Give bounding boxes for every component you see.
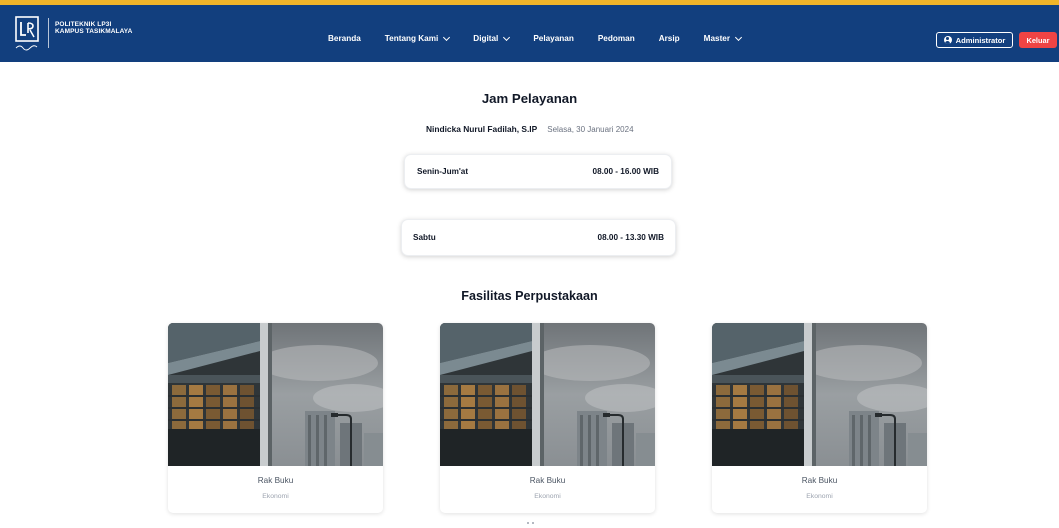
administrator-button[interactable]: Administrator	[936, 32, 1013, 48]
nav-item-beranda[interactable]: Beranda	[328, 34, 361, 43]
schedule-hours: 08.00 - 13.30 WIB	[597, 233, 664, 242]
facility-photo	[712, 323, 927, 466]
carousel-dot[interactable]	[532, 522, 534, 524]
schedule-day: Senin-Jum'at	[417, 167, 469, 176]
facility-card-subtitle: Ekonomi	[262, 493, 289, 500]
schedule-hours: 08.00 - 16.00 WIB	[592, 167, 659, 176]
brand-text: POLITEKNIK LP3I KAMPUS TASIKMALAYA	[55, 21, 132, 35]
facility-photo	[168, 323, 383, 466]
facilities-title: Fasilitas Perpustakaan	[461, 289, 598, 303]
brand[interactable]: POLITEKNIK LP3I KAMPUS TASIKMALAYA	[14, 15, 132, 53]
service-hours-title: Jam Pelayanan	[481, 91, 578, 106]
nav-item-label: Pelayanan	[533, 34, 574, 43]
nav-item-pelayanan[interactable]: Pelayanan	[533, 34, 574, 43]
chevron-down-icon	[503, 33, 511, 41]
user-circle-icon	[943, 36, 952, 44]
lp3i-logo-icon	[14, 15, 42, 53]
nav-item-label: Master	[703, 34, 731, 43]
nav-item-label: Beranda	[328, 34, 361, 43]
facility-card[interactable]: Rak Buku Ekonomi	[440, 323, 655, 513]
chevron-down-icon	[735, 33, 743, 41]
facility-card-title: Rak Buku	[257, 476, 294, 485]
facility-card-subtitle: Ekonomi	[534, 493, 561, 500]
brand-divider	[48, 18, 49, 48]
logout-button[interactable]: Keluar	[1019, 32, 1057, 48]
carousel-dots[interactable]	[527, 522, 537, 524]
nav-item-label: Pedoman	[597, 34, 635, 43]
administrator-label: Administrator	[955, 35, 1006, 45]
nav-item-digital[interactable]: Digital	[473, 33, 511, 43]
carousel-dot[interactable]	[527, 522, 529, 524]
brand-line-1: POLITEKNIK LP3I	[55, 21, 112, 28]
schedule-day: Sabtu	[413, 233, 436, 242]
nav-item-tentang-kami[interactable]: Tentang Kami	[384, 33, 451, 43]
main-nav: Beranda Tentang Kami Digital Pelayanan P…	[328, 10, 743, 67]
chevron-down-icon	[443, 33, 451, 41]
facility-card-title: Rak Buku	[529, 476, 566, 485]
facility-card[interactable]: Rak Buku Ekonomi	[712, 323, 927, 513]
facility-card[interactable]: Rak Buku Ekonomi	[168, 323, 383, 513]
nav-item-master[interactable]: Master	[703, 33, 743, 43]
nav-item-arsip[interactable]: Arsip	[659, 34, 680, 43]
navbar: POLITEKNIK LP3I KAMPUS TASIKMALAYA Beran…	[0, 5, 1059, 62]
brand-line-2: KAMPUS TASIKMALAYA	[55, 28, 133, 35]
nav-item-label: Tentang Kami	[384, 34, 439, 43]
facility-card-subtitle: Ekonomi	[806, 493, 833, 500]
nav-item-label: Digital	[473, 34, 499, 43]
officer-name: Nindicka Nurul Fadilah, S.IP	[426, 124, 538, 134]
nav-item-label: Arsip	[658, 34, 680, 43]
facility-photo	[440, 323, 655, 466]
current-date: Selasa, 30 Januari 2024	[547, 125, 634, 134]
schedule-card-weekdays: Senin-Jum'at 08.00 - 16.00 WIB	[404, 154, 672, 189]
facility-card-title: Rak Buku	[801, 476, 838, 485]
schedule-card-saturday: Sabtu 08.00 - 13.30 WIB	[401, 219, 676, 256]
nav-item-pedoman[interactable]: Pedoman	[598, 34, 635, 43]
officer-info: Nindicka Nurul Fadilah, S.IP Selasa, 30 …	[426, 124, 634, 134]
